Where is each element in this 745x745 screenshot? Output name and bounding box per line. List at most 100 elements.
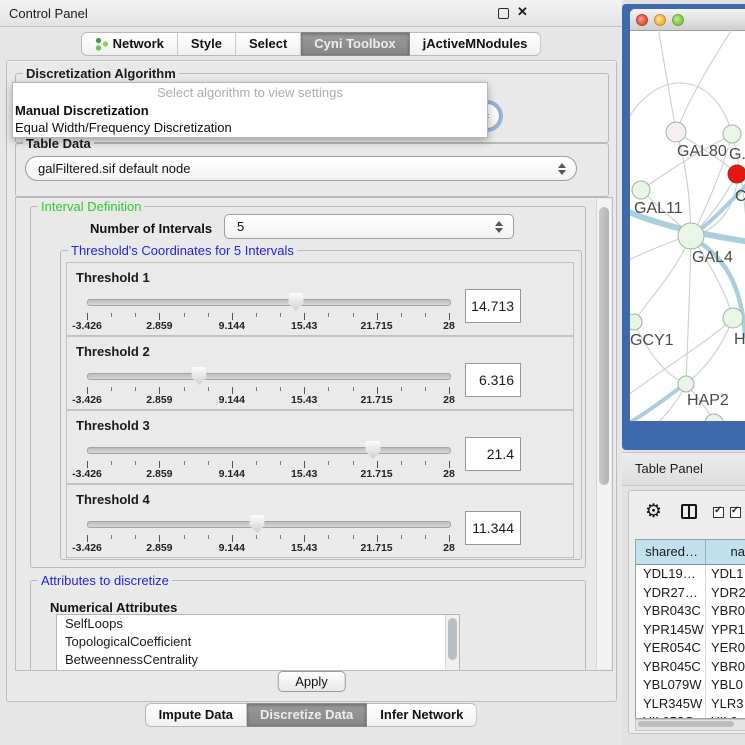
table-row[interactable]: YER054CYER0 (636, 639, 745, 658)
table-cell-name: YPR1 (706, 621, 745, 640)
network-edge (634, 236, 691, 322)
tab-network[interactable]: Network (81, 32, 178, 56)
tab-impute-data[interactable]: Impute Data (145, 703, 247, 727)
axis-tick (208, 313, 209, 317)
threshold-value-field[interactable]: 11.344 (465, 511, 521, 545)
network-node-c[interactable] (728, 165, 745, 183)
axis-tick (401, 387, 402, 391)
tab-label: Infer Network (380, 704, 463, 726)
axis-tick (377, 461, 378, 468)
axis-tick (111, 461, 112, 465)
table-panel-toolbar: ⚙ (629, 491, 745, 535)
network-node-gal4[interactable] (678, 223, 704, 249)
tab-label: Discretize Data (260, 704, 353, 726)
table-data-combo[interactable]: galFiltered.sif default node (25, 156, 577, 181)
network-node-gal80[interactable] (666, 122, 686, 142)
axis-tick (135, 461, 136, 465)
tab-discretize-data[interactable]: Discretize Data (247, 703, 367, 727)
table-row[interactable]: YBR045CYBR0 (636, 658, 745, 677)
attribute-list-item[interactable]: BetweennessCentrality (57, 651, 459, 669)
network-view-frame[interactable]: GAL80G.CGAL11GAL4GCY1HHAP2 (622, 4, 745, 450)
control-panel-titlebar: Control Panel ✕ (0, 0, 622, 27)
algorithm-popup-item[interactable]: Equal Width/Frequency Discretization (13, 119, 487, 136)
split-table-icon[interactable] (681, 504, 697, 519)
axis-tick (159, 461, 160, 468)
axis-tick-label: 9.144 (219, 542, 245, 554)
axis-tick (111, 387, 112, 391)
slider-thumb[interactable] (288, 293, 303, 311)
network-edge (686, 236, 691, 384)
table-panel-title: Table Panel (635, 461, 703, 476)
axis-tick (353, 313, 354, 317)
apply-button[interactable]: Apply (277, 671, 346, 692)
tab-select[interactable]: Select (236, 32, 301, 56)
threshold-value-field[interactable]: 14.713 (465, 289, 521, 323)
threshold-value-field[interactable]: 6.316 (465, 363, 521, 397)
tab-infer-network[interactable]: Infer Network (367, 703, 477, 727)
network-node-label: C (735, 188, 745, 205)
column-header-shared[interactable]: shared… (636, 540, 706, 564)
table-row[interactable]: YDR27…YDR2 (636, 584, 745, 603)
axis-tick (159, 387, 160, 394)
tab-style[interactable]: Style (178, 32, 236, 56)
scrollbar-thumb[interactable] (638, 721, 734, 727)
network-node-hap2[interactable] (678, 376, 694, 392)
checkbox-checked-icon[interactable] (730, 507, 741, 518)
slider-thumb[interactable] (250, 515, 265, 533)
network-node-g[interactable] (723, 125, 741, 143)
axis-tick (208, 535, 209, 539)
algorithm-popup-item[interactable]: Manual Discretization (13, 102, 487, 119)
threshold-slider[interactable]: -3.4262.8599.14415.4321.71528 (87, 441, 449, 475)
axis-tick-label: 2.859 (146, 320, 172, 332)
threshold-slider[interactable]: -3.4262.8599.14415.4321.71528 (87, 367, 449, 401)
network-node-gal11[interactable] (632, 181, 650, 199)
attributes-list-scrollbar[interactable] (445, 615, 459, 671)
checkbox-checked-icon[interactable] (713, 507, 724, 518)
thresholds-container: Threshold 1-3.4262.8599.14415.4321.71528… (60, 250, 580, 558)
close-light-icon[interactable] (636, 14, 648, 26)
gear-icon[interactable]: ⚙ (645, 500, 662, 523)
axis-tick-label: 21.715 (361, 542, 393, 554)
scrollbar-thumb[interactable] (599, 207, 609, 485)
numerical-attributes-list[interactable]: SelfLoopsTopologicalCoefficientBetweenne… (56, 614, 460, 671)
number-of-intervals-combo[interactable]: 5 (224, 214, 514, 239)
slider-track (87, 447, 451, 454)
axis-tick-label: 15.43 (291, 542, 317, 554)
slider-thumb[interactable] (366, 441, 381, 459)
table-row[interactable]: YIL052CYIL0 (636, 713, 745, 718)
settings-vertical-scrollbar[interactable] (596, 199, 611, 669)
attribute-list-item[interactable]: TopologicalCoefficient (57, 633, 459, 651)
threshold-panel: Threshold 4-3.4262.8599.14415.4321.71528… (66, 484, 574, 558)
scrollbar-thumb[interactable] (448, 618, 457, 660)
minimize-light-icon[interactable] (654, 14, 666, 26)
tab-jactivemnodules[interactable]: jActiveMNodules (410, 32, 542, 56)
threshold-value-field[interactable]: 21.4 (465, 437, 521, 471)
axis-tick (111, 313, 112, 317)
close-icon[interactable]: ✕ (517, 4, 528, 20)
attribute-list-item[interactable]: SelfLoops (57, 615, 459, 633)
table-row[interactable]: YDL19…YDL1 (636, 565, 745, 584)
table-row[interactable]: YBL079WYBL0 (636, 676, 745, 695)
column-header-name[interactable]: na (706, 540, 745, 564)
axis-tick-label: -3.426 (72, 468, 102, 480)
tab-cyni-toolbox[interactable]: Cyni Toolbox (301, 32, 409, 56)
table-row[interactable]: YBR043CYBR0 (636, 602, 745, 621)
network-node-h[interactable] (723, 308, 743, 328)
table-horizontal-scrollbar[interactable] (635, 719, 745, 731)
network-canvas[interactable]: GAL80G.CGAL11GAL4GCY1HHAP2 (630, 30, 745, 421)
axis-tick (377, 387, 378, 394)
tab-label: Network (113, 33, 164, 55)
table-cell-name: YIL0 (706, 713, 745, 718)
table-row[interactable]: YLR345WYLR3 (636, 695, 745, 714)
network-node[interactable] (705, 414, 723, 421)
axis-tick-label: 28 (443, 468, 455, 480)
threshold-slider[interactable]: -3.4262.8599.14415.4321.71528 (87, 293, 449, 327)
zoom-light-icon[interactable] (672, 14, 684, 26)
axis-tick (304, 535, 305, 542)
network-node-gcy1[interactable] (630, 314, 642, 330)
number-of-intervals-value: 5 (237, 219, 244, 234)
threshold-slider[interactable]: -3.4262.8599.14415.4321.71528 (87, 515, 449, 549)
table-row[interactable]: YPR145WYPR1 (636, 621, 745, 640)
slider-thumb[interactable] (192, 367, 207, 385)
float-window-icon[interactable] (498, 8, 509, 19)
